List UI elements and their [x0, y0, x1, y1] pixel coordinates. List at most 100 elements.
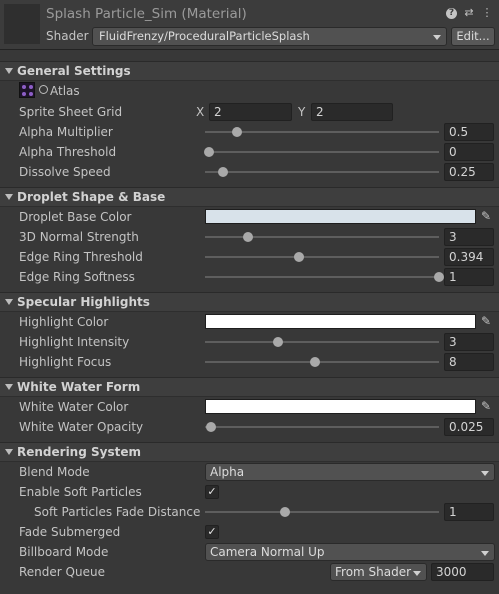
droplet-base-color-label: Droplet Base Color: [19, 210, 132, 224]
highlight-color-label: Highlight Color: [19, 315, 109, 329]
render-queue-source-dropdown[interactable]: From Shader: [330, 563, 427, 581]
dissolve-speed-field[interactable]: 0.25: [444, 163, 494, 181]
edit-shader-button[interactable]: Edit...: [451, 27, 495, 46]
foldout-arrow-icon[interactable]: [5, 449, 13, 455]
section-general-settings[interactable]: General Settings: [0, 61, 499, 81]
grid-y-label: Y: [298, 105, 306, 119]
soft-particles-checkbox[interactable]: ✓: [205, 485, 219, 499]
chevron-down-icon: [413, 571, 421, 576]
material-header: Splash Particle_Sim (Material) ? ⇄ ⋮ Sha…: [0, 0, 499, 50]
section-white-water[interactable]: White Water Form: [0, 377, 499, 397]
section-rendering-system[interactable]: Rendering System: [0, 442, 499, 462]
dissolve-speed-label: Dissolve Speed: [19, 165, 111, 179]
white-water-opacity-slider-knob[interactable]: [206, 422, 217, 432]
edge-threshold-slider-knob[interactable]: [293, 252, 304, 262]
droplet-base-color-swatch[interactable]: [205, 209, 476, 224]
edge-softness-field[interactable]: 1: [444, 268, 494, 286]
foldout-arrow-icon[interactable]: [5, 384, 13, 390]
section-droplet-shape[interactable]: Droplet Shape & Base: [0, 187, 499, 207]
white-water-color-swatch[interactable]: [205, 399, 476, 414]
edge-softness-label: Edge Ring Softness: [19, 270, 135, 284]
billboard-mode-label: Billboard Mode: [19, 545, 109, 559]
section-title: Rendering System: [17, 445, 141, 459]
soft-fade-distance-label: Soft Particles Fade Distance: [34, 505, 201, 519]
material-title: Splash Particle_Sim (Material): [46, 6, 247, 22]
normal-strength-slider[interactable]: [205, 236, 439, 238]
white-water-color-label: White Water Color: [19, 400, 129, 414]
eyedropper-icon[interactable]: ✎: [478, 208, 494, 224]
render-queue-source-value: From Shader: [335, 565, 412, 579]
highlight-color-swatch[interactable]: [205, 314, 476, 329]
eyedropper-icon[interactable]: ✎: [478, 398, 494, 414]
blend-mode-label: Blend Mode: [19, 465, 90, 479]
shader-dropdown[interactable]: FluidFrenzy/ProceduralParticleSplash: [92, 27, 447, 46]
material-thumbnail: [4, 4, 40, 44]
normal-strength-slider-knob[interactable]: [243, 232, 254, 242]
soft-particles-label: Enable Soft Particles: [19, 485, 142, 499]
highlight-intensity-slider-knob[interactable]: [273, 337, 283, 347]
object-picker-icon[interactable]: [39, 85, 48, 94]
header-icons: ? ⇄ ⋮: [446, 6, 493, 20]
white-water-opacity-label: White Water Opacity: [19, 420, 144, 434]
foldout-arrow-icon[interactable]: [5, 68, 13, 74]
normal-strength-label: 3D Normal Strength: [19, 230, 139, 244]
alpha-multiplier-label: Alpha Multiplier: [19, 125, 113, 139]
soft-fade-distance-field[interactable]: 1: [444, 503, 494, 521]
section-specular-highlights[interactable]: Specular Highlights: [0, 292, 499, 312]
atlas-label: Atlas: [50, 84, 80, 98]
grid-x-label: X: [196, 105, 205, 119]
highlight-focus-slider-knob[interactable]: [309, 357, 320, 367]
edge-softness-slider-knob[interactable]: [434, 272, 444, 282]
highlight-focus-field[interactable]: 8: [444, 353, 494, 371]
shader-dropdown-value: FluidFrenzy/ProceduralParticleSplash: [99, 29, 310, 43]
more-options-icon[interactable]: ⋮: [481, 6, 493, 20]
foldout-arrow-icon[interactable]: [5, 194, 13, 200]
edge-threshold-field[interactable]: 0.394: [444, 248, 494, 266]
chevron-down-icon: [481, 471, 489, 476]
section-title: White Water Form: [17, 380, 141, 394]
section-title: Specular Highlights: [17, 295, 150, 309]
render-queue-label: Render Queue: [19, 565, 105, 579]
white-water-opacity-slider[interactable]: [205, 426, 439, 428]
edge-threshold-slider[interactable]: [205, 256, 439, 258]
render-queue-field[interactable]: 3000: [431, 563, 494, 581]
atlas-texture-icon[interactable]: [19, 82, 35, 98]
fade-submerged-checkbox[interactable]: ✓: [205, 525, 219, 539]
dissolve-speed-slider[interactable]: [205, 171, 439, 173]
alpha-threshold-field[interactable]: 0: [444, 143, 494, 161]
shader-label: Shader: [46, 29, 89, 43]
blend-mode-dropdown[interactable]: Alpha: [205, 463, 495, 481]
alpha-multiplier-slider-knob[interactable]: [231, 127, 242, 137]
billboard-mode-value: Camera Normal Up: [210, 545, 325, 559]
soft-fade-distance-slider-knob[interactable]: [279, 507, 290, 517]
soft-fade-distance-slider[interactable]: [205, 511, 439, 513]
highlight-intensity-field[interactable]: 3: [444, 333, 494, 351]
alpha-threshold-slider[interactable]: [205, 151, 439, 153]
eyedropper-icon[interactable]: ✎: [478, 313, 494, 329]
edge-threshold-label: Edge Ring Threshold: [19, 250, 143, 264]
highlight-focus-label: Highlight Focus: [19, 355, 112, 369]
chevron-down-icon: [481, 551, 489, 556]
help-icon[interactable]: ?: [446, 8, 457, 19]
section-title: General Settings: [17, 64, 131, 78]
edge-softness-slider[interactable]: [205, 276, 439, 278]
normal-strength-field[interactable]: 3: [444, 228, 494, 246]
fade-submerged-label: Fade Submerged: [19, 525, 121, 539]
settings-icon[interactable]: ⇄: [463, 6, 475, 20]
section-title: Droplet Shape & Base: [17, 190, 166, 204]
blend-mode-value: Alpha: [210, 465, 245, 479]
white-water-opacity-field[interactable]: 0.025: [444, 418, 494, 436]
alpha-multiplier-field[interactable]: 0.5: [444, 123, 494, 141]
highlight-focus-slider[interactable]: [205, 361, 439, 363]
highlight-intensity-label: Highlight Intensity: [19, 335, 130, 349]
alpha-threshold-label: Alpha Threshold: [19, 145, 117, 159]
sprite-grid-label: Sprite Sheet Grid: [19, 105, 123, 119]
billboard-mode-dropdown[interactable]: Camera Normal Up: [205, 543, 495, 561]
grid-y-field[interactable]: 2: [311, 103, 393, 121]
foldout-arrow-icon[interactable]: [5, 299, 13, 305]
chevron-down-icon: [433, 35, 441, 40]
highlight-intensity-slider[interactable]: [205, 341, 439, 343]
grid-x-field[interactable]: 2: [209, 103, 292, 121]
alpha-threshold-slider-knob[interactable]: [204, 147, 214, 157]
dissolve-speed-slider-knob[interactable]: [217, 167, 228, 177]
